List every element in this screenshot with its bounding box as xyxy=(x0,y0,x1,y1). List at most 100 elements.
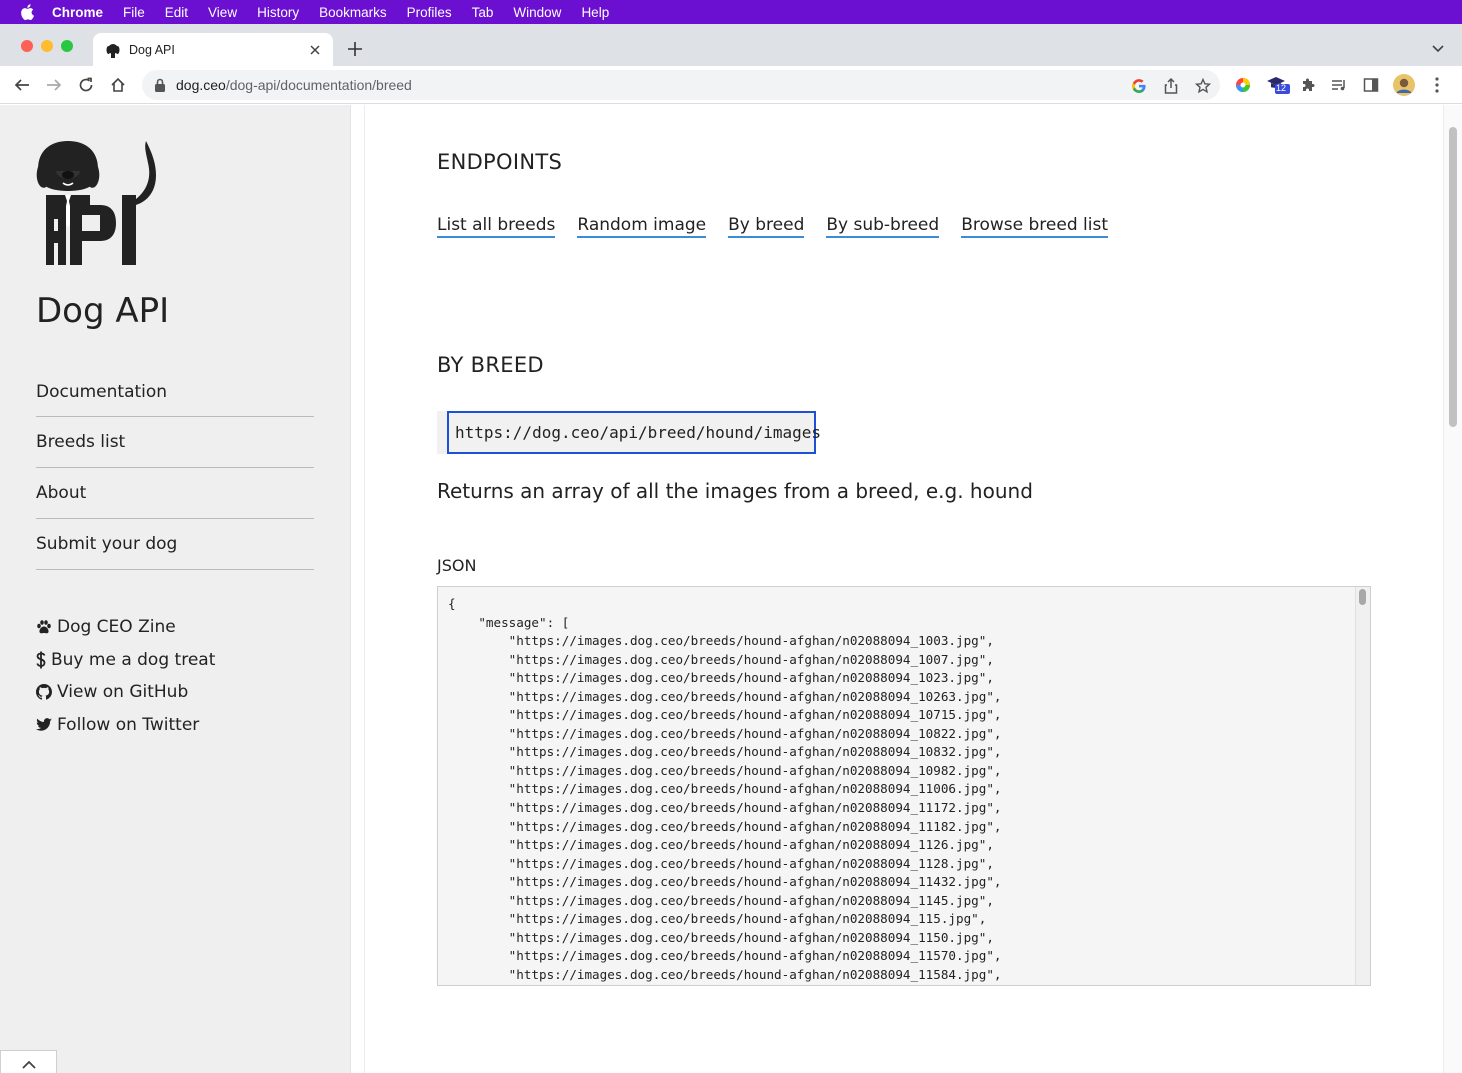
menu-help[interactable]: Help xyxy=(581,5,609,20)
json-code-text: { "message": [ "https://images.dog.ceo/b… xyxy=(448,595,1002,984)
link-by-sub-breed[interactable]: By sub-breed xyxy=(826,215,940,238)
dog-favicon-icon xyxy=(105,42,121,58)
back-arrow-icon[interactable] xyxy=(12,75,32,95)
json-code-line: "https://images.dog.ceo/breeds/hound-afg… xyxy=(448,688,1002,704)
menu-tab[interactable]: Tab xyxy=(472,5,494,20)
reading-list-icon[interactable] xyxy=(1330,76,1348,94)
by-breed-heading: BY BREED xyxy=(437,353,544,377)
json-code-line: "https://images.dog.ceo/breeds/hound-afg… xyxy=(448,818,1002,834)
tab-title: Dog API xyxy=(129,42,175,57)
forward-arrow-icon[interactable] xyxy=(44,75,64,95)
url-text[interactable]: dog.ceo/dog-api/documentation/breed xyxy=(176,77,412,93)
json-code-line: "https://images.dog.ceo/breeds/hound-afg… xyxy=(448,837,994,853)
tab-close-icon[interactable] xyxy=(307,42,323,58)
tab-dog-api[interactable]: Dog API xyxy=(93,33,333,66)
window-minimize-button[interactable] xyxy=(41,40,53,52)
profile-avatar[interactable] xyxy=(1393,74,1415,96)
url-path: /dog-api/documentation/breed xyxy=(225,77,412,93)
page-viewport: Dog API Documentation Breeds list About … xyxy=(0,105,1462,1073)
graduation-cap-extension-icon[interactable]: 12 xyxy=(1266,76,1292,94)
sidebar-item-documentation[interactable]: Documentation xyxy=(36,368,314,417)
twitter-icon xyxy=(36,717,52,733)
sidebar-item-breeds-list[interactable]: Breeds list xyxy=(36,417,314,468)
json-code-line: "https://images.dog.ceo/breeds/hound-afg… xyxy=(448,707,1002,723)
link-follow-on-twitter[interactable]: Follow on Twitter xyxy=(36,709,215,742)
sidebar: Dog API Documentation Breeds list About … xyxy=(0,105,351,1073)
menu-window[interactable]: Window xyxy=(513,5,561,20)
site-title[interactable]: Dog API xyxy=(36,291,169,331)
menu-app-chrome[interactable]: Chrome xyxy=(52,5,103,20)
window-close-button[interactable] xyxy=(21,40,33,52)
chrome-menu-kebab-icon[interactable] xyxy=(1428,76,1446,94)
google-lens-icon[interactable] xyxy=(1131,78,1147,94)
chevron-up-icon xyxy=(21,1060,36,1069)
page-scrollbar-thumb[interactable] xyxy=(1449,127,1457,427)
side-panel-icon[interactable] xyxy=(1362,76,1380,94)
link-label: Buy me a dog treat xyxy=(51,649,216,670)
json-code-line: "https://images.dog.ceo/breeds/hound-afg… xyxy=(448,855,994,871)
link-label: Dog CEO Zine xyxy=(57,617,176,638)
json-code-line: { xyxy=(448,596,456,611)
endpoint-url-code[interactable]: https://dog.ceo/api/breed/hound/images xyxy=(447,411,821,454)
json-code-line: "https://images.dog.ceo/breeds/hound-afg… xyxy=(448,633,994,649)
window-zoom-button[interactable] xyxy=(61,40,73,52)
bookmark-star-icon[interactable] xyxy=(1195,78,1211,94)
endpoints-nav: List all breeds Random image By breed By… xyxy=(437,215,1130,238)
color-wheel-extension-icon[interactable] xyxy=(1234,76,1252,94)
json-label: JSON xyxy=(437,556,477,575)
json-code-line: "message": [ xyxy=(448,614,570,630)
new-tab-plus-icon[interactable] xyxy=(345,39,365,59)
url-host: dog.ceo xyxy=(176,77,226,93)
lock-icon[interactable] xyxy=(154,78,166,92)
json-code-line: "https://images.dog.ceo/breeds/hound-afg… xyxy=(448,911,987,927)
extensions-puzzle-icon[interactable] xyxy=(1299,76,1317,94)
json-code-line: "https://images.dog.ceo/breeds/hound-afg… xyxy=(448,670,994,686)
json-code-line: "https://images.dog.ceo/breeds/hound-afg… xyxy=(448,744,1002,760)
address-bar[interactable]: dog.ceo/dog-api/documentation/breed xyxy=(142,70,1220,100)
home-icon[interactable] xyxy=(108,75,128,95)
link-label: Follow on Twitter xyxy=(57,714,200,735)
tab-strip: Dog API xyxy=(0,24,1462,66)
menu-edit[interactable]: Edit xyxy=(165,5,188,20)
browser-toolbar: dog.ceo/dog-api/documentation/breed 12 xyxy=(0,66,1462,104)
link-by-breed[interactable]: By breed xyxy=(728,215,805,238)
json-code-line: "https://images.dog.ceo/breeds/hound-afg… xyxy=(448,800,1002,816)
json-code-line: "https://images.dog.ceo/breeds/hound-afg… xyxy=(448,651,994,667)
link-view-on-github[interactable]: View on GitHub xyxy=(36,676,215,709)
link-dog-ceo-zine[interactable]: Dog CEO Zine xyxy=(36,611,215,644)
code-scrollbar-thumb[interactable] xyxy=(1359,589,1366,605)
tab-search-chevron-icon[interactable] xyxy=(1432,41,1444,53)
json-code-line: "https://images.dog.ceo/breeds/hound-afg… xyxy=(448,929,994,945)
json-code-line: "https://images.dog.ceo/breeds/hound-afg… xyxy=(448,948,1002,964)
menu-profiles[interactable]: Profiles xyxy=(407,5,452,20)
json-code-block[interactable]: { "message": [ "https://images.dog.ceo/b… xyxy=(437,586,1371,986)
code-scrollbar[interactable] xyxy=(1355,587,1370,985)
sidebar-links: Dog CEO Zine Buy me a dog treat View on … xyxy=(36,611,215,741)
share-icon[interactable] xyxy=(1163,78,1179,94)
endpoints-heading: ENDPOINTS xyxy=(437,150,563,174)
json-code-line: "https://images.dog.ceo/breeds/hound-afg… xyxy=(448,762,1002,778)
page-scrollbar[interactable] xyxy=(1443,105,1462,1073)
menu-file[interactable]: File xyxy=(123,5,145,20)
menu-history[interactable]: History xyxy=(257,5,299,20)
endpoint-url-bar xyxy=(437,411,447,454)
reload-icon[interactable] xyxy=(76,75,96,95)
json-code-line: "https://images.dog.ceo/breeds/hound-afg… xyxy=(448,966,1002,982)
json-code-line: "https://images.dog.ceo/breeds/hound-afg… xyxy=(448,892,994,908)
collapse-toggle-button[interactable] xyxy=(0,1050,57,1073)
link-list-all-breeds[interactable]: List all breeds xyxy=(437,215,556,238)
endpoint-description: Returns an array of all the images from … xyxy=(437,479,1033,503)
apple-icon[interactable] xyxy=(20,4,34,20)
menu-view[interactable]: View xyxy=(208,5,237,20)
sidebar-item-about[interactable]: About xyxy=(36,468,314,519)
dog-api-logo[interactable] xyxy=(36,139,156,265)
link-buy-dog-treat[interactable]: Buy me a dog treat xyxy=(36,644,215,677)
github-icon xyxy=(36,684,52,700)
menu-bookmarks[interactable]: Bookmarks xyxy=(319,5,387,20)
link-browse-breed-list[interactable]: Browse breed list xyxy=(961,215,1108,238)
link-label: View on GitHub xyxy=(57,682,189,703)
link-random-image[interactable]: Random image xyxy=(577,215,707,238)
dollar-icon xyxy=(36,651,46,669)
sidebar-item-submit-your-dog[interactable]: Submit your dog xyxy=(36,519,314,570)
paw-icon xyxy=(36,619,52,635)
